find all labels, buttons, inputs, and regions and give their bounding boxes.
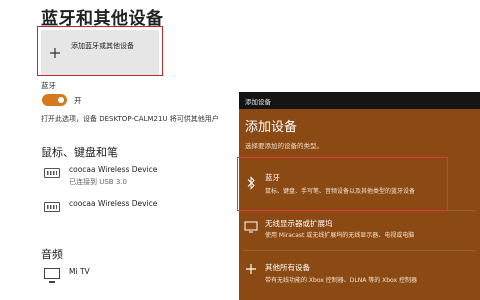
plus-icon — [244, 262, 258, 276]
bluetooth-toggle[interactable] — [42, 94, 67, 106]
device-name: Mi TV — [69, 267, 90, 276]
device-name: coocaa Wireless Device — [69, 165, 158, 174]
monitor-icon — [244, 220, 258, 234]
dialog-subtitle: 选择要添加的设备的类型。 — [245, 142, 323, 150]
option-title: 无线显示器或扩展坞 — [265, 219, 333, 228]
divider — [243, 250, 476, 251]
highlight-box — [37, 26, 163, 76]
option-title: 其他所有设备 — [265, 263, 310, 272]
bluetooth-heading: 蓝牙 — [41, 81, 56, 90]
option-desc: 使用 Miracast 或无线扩展坞的无线显示器、电视或电脑 — [265, 232, 415, 239]
dialog-titlebar-text: 添加设备 — [245, 98, 271, 106]
dialog-titlebar: 添加设备 — [239, 92, 480, 109]
device-status: 已连接到 USB 3.0 — [69, 178, 127, 186]
tv-icon — [44, 268, 60, 283]
discoverable-text: 打开此选项，设备 DESKTOP-CALM21U 将可供其他用户 — [41, 115, 219, 123]
section-title-input: 鼠标、键盘和笔 — [41, 146, 118, 159]
device-name: coocaa Wireless Device — [69, 199, 158, 208]
option-desc: 带有无线功能的 Xbox 控制器、DLNA 等的 Xbox 控制器 — [265, 277, 418, 284]
dialog-heading: 添加设备 — [245, 120, 298, 135]
toggle-knob — [58, 97, 64, 103]
keyboard-icon — [44, 168, 60, 178]
highlight-box — [237, 157, 448, 211]
keyboard-icon — [44, 202, 60, 212]
toggle-state-label: 开 — [74, 96, 82, 105]
section-title-audio: 音频 — [41, 248, 63, 261]
